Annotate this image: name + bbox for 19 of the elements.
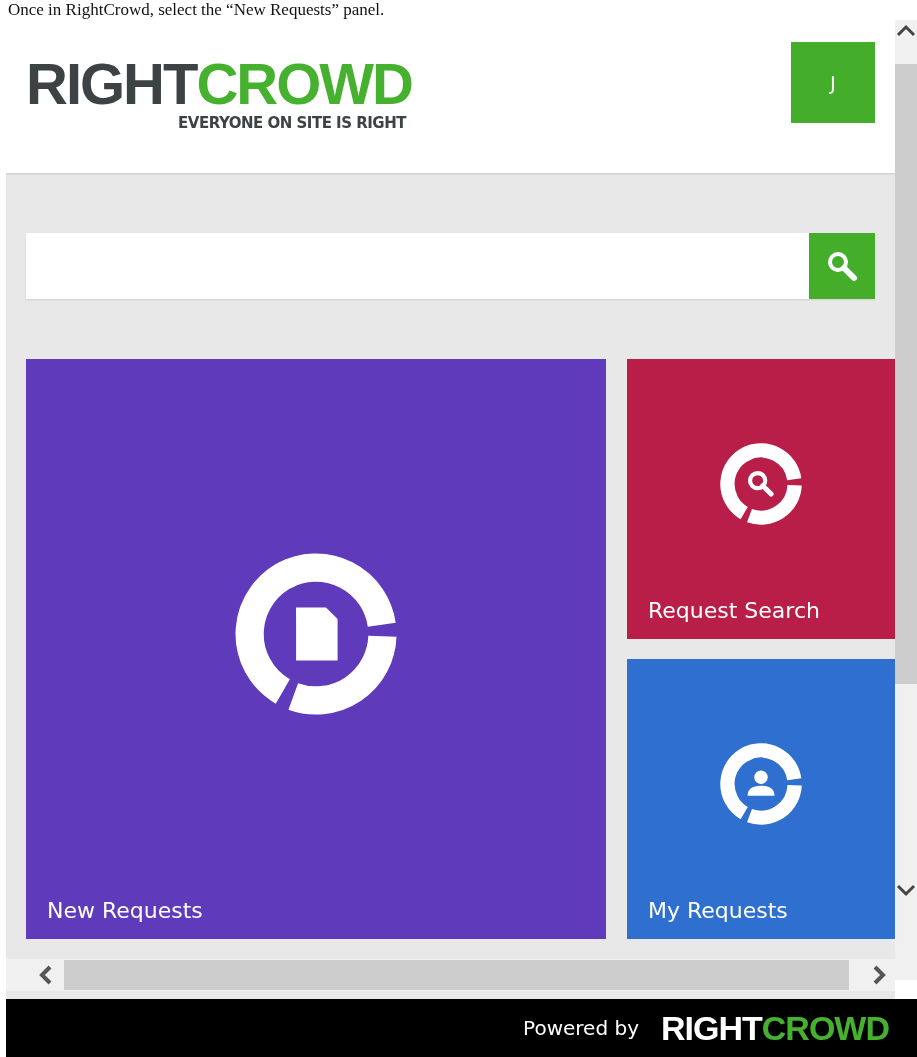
search-cycle-icon	[719, 442, 803, 526]
caption-text: Once in RightCrowd, select the “New Requests” panel.	[7, 0, 386, 20]
tile-label: My Requests	[648, 898, 788, 923]
logo-tagline: EVERYONE ON SITE IS RIGHT	[178, 114, 406, 132]
search-button[interactable]	[809, 233, 875, 299]
powered-by-text: Powered by	[523, 1016, 639, 1040]
tile[interactable]: New Requests	[26, 359, 606, 939]
logo-wordmark: RIGHTCROWD	[26, 56, 412, 112]
search-field[interactable]	[26, 233, 875, 299]
tile[interactable]: Request Search	[627, 359, 895, 639]
horizontal-scrollbar[interactable]	[6, 959, 895, 991]
person-cycle-icon	[719, 742, 803, 826]
tile[interactable]: My Requests	[627, 659, 895, 939]
search-icon	[825, 249, 859, 283]
document-cycle-icon	[233, 551, 399, 717]
vertical-scrollbar[interactable]	[895, 20, 917, 980]
tile-label: Request Search	[648, 598, 820, 623]
footer-logo-wordmark: RIGHTCROWD	[661, 1008, 889, 1048]
tile-label: New Requests	[47, 898, 203, 923]
